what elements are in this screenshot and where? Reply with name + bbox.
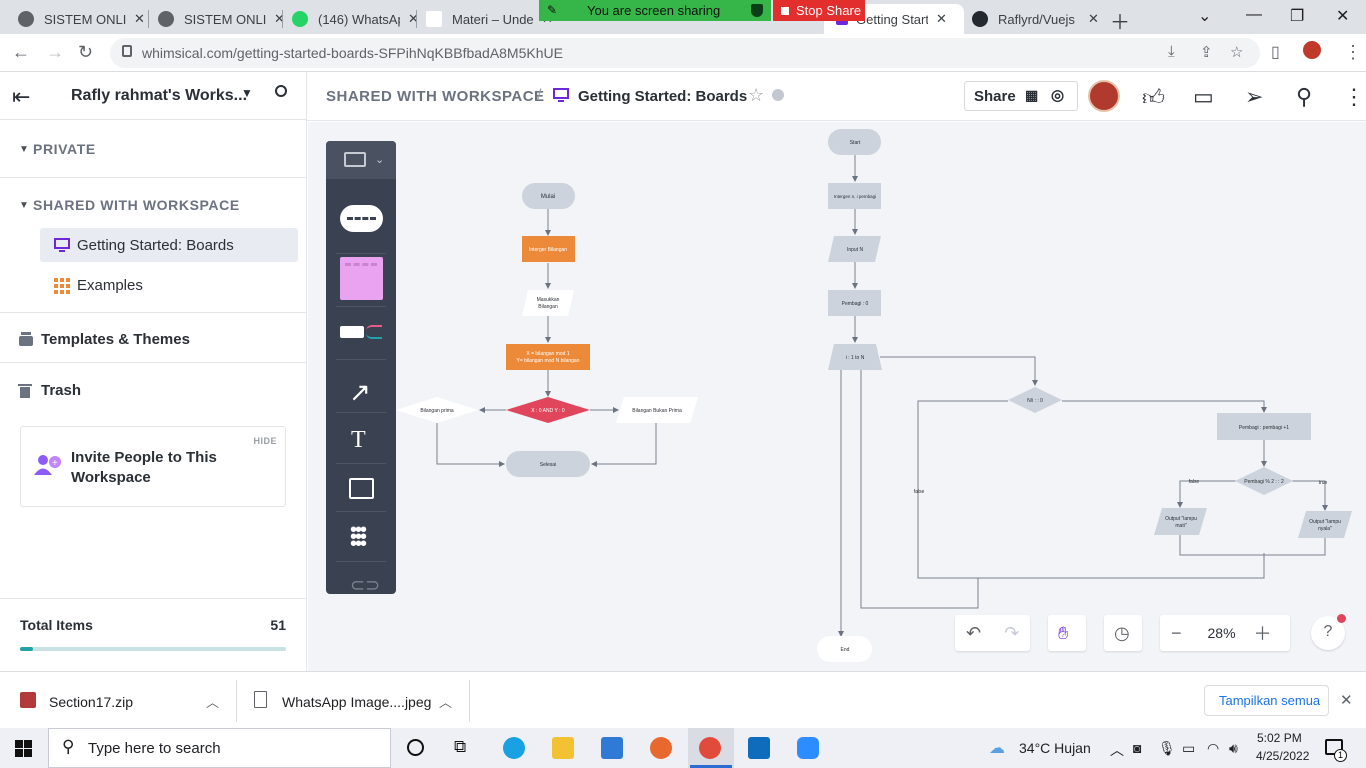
connector-arrow-tool-icon[interactable]: ↗ xyxy=(349,377,371,408)
divider xyxy=(469,680,470,722)
end-node-label: Selesai xyxy=(540,462,556,468)
show-all-downloads-button[interactable]: Tampilkan semua xyxy=(1204,685,1329,716)
board-type-selector[interactable]: ⌄ xyxy=(326,141,396,179)
divider xyxy=(336,561,386,562)
divider xyxy=(336,359,386,360)
input-node-label: Input N xyxy=(847,247,864,253)
tool-palette: ⌄ ↗ T ••• ••• ••• ⊂⊃ xyxy=(326,141,396,596)
more-apps-grid-icon[interactable]: ••• ••• ••• xyxy=(350,520,367,554)
help-button[interactable]: ? xyxy=(1311,614,1346,650)
webcam-icon: ◙ xyxy=(1133,740,1142,756)
taskbar-search-box[interactable]: ⚲ Type here to search xyxy=(48,728,391,768)
process-node-label: Y= bilangan mod N bilangan xyxy=(517,358,580,364)
flowchart-layer: Mulai Interger Bilangan Masukkan Bilanga… xyxy=(396,129,1352,662)
not-prime-output-label: Bilangan Bukan Prima xyxy=(632,408,682,414)
board-icon xyxy=(344,152,366,167)
process-node-label: X = bilangan mod 1 xyxy=(526,351,569,357)
weather-text[interactable]: 34°C Hujan xyxy=(1019,740,1091,756)
windows-start-icon[interactable] xyxy=(15,740,32,757)
output-on-label: Output "lampu xyxy=(1309,519,1341,525)
chevron-up-icon[interactable]: ︿ xyxy=(206,692,219,711)
prime-output-label: Bilangan prima xyxy=(420,408,454,414)
output-off-label: mati" xyxy=(1175,523,1186,529)
notification-dot xyxy=(1337,614,1346,623)
sticky-note-tool-icon[interactable] xyxy=(340,257,383,300)
wifi-icon[interactable]: ◠ xyxy=(1207,740,1219,757)
increment-node-label: Pembagi : pembagi +1 xyxy=(1239,425,1289,431)
init-node-label: Pembagi : 0 xyxy=(842,301,869,307)
undo-icon[interactable]: ↶ xyxy=(966,623,981,644)
clock-date[interactable]: 4/25/2022 xyxy=(1256,749,1309,763)
loop-node-label: i : 1 to N xyxy=(846,355,865,361)
input-node-label: Bilangan xyxy=(538,304,558,310)
right-flow-connectors xyxy=(838,155,1328,637)
history-icon: ◷ xyxy=(1114,622,1130,643)
file-explorer-icon[interactable] xyxy=(552,737,574,759)
close-downloads-icon[interactable]: ✕ xyxy=(1340,691,1353,709)
microphone-icon: 🎙︎ xyxy=(1158,740,1176,756)
zoom-control: − 28% ＋ xyxy=(1160,615,1290,651)
windows-taskbar: ⚲ Type here to search ⧉ ☁ 34°C Hujan ︿ ◙… xyxy=(0,728,1366,768)
chevron-up-icon[interactable]: ︿ xyxy=(439,692,452,711)
task-view-icon[interactable]: ⧉ xyxy=(454,737,466,757)
volume-icon[interactable]: 🔊︎ xyxy=(1229,740,1238,757)
chevron-up-icon[interactable]: ︿ xyxy=(1110,740,1124,760)
image-tool-icon[interactable] xyxy=(349,478,374,499)
zoom-level[interactable]: 28% xyxy=(1208,625,1236,641)
redo-icon[interactable]: ↷ xyxy=(1004,623,1019,644)
input-node-label: Masukkan xyxy=(537,297,560,303)
false-branch-label: false xyxy=(1189,479,1200,485)
zoom-out-icon[interactable]: − xyxy=(1171,623,1182,644)
undo-redo-group: ↶ ↷ xyxy=(955,615,1030,651)
chevron-down-icon: ⌄ xyxy=(375,154,385,166)
downloads-bar: Section17.zip ︿ WhatsApp Image....jpeg ︿… xyxy=(0,671,1366,728)
output-on-label: nyala" xyxy=(1318,526,1332,532)
divider xyxy=(336,511,386,512)
weather-icon: ☁ xyxy=(989,740,1005,757)
shape-tool-icon[interactable] xyxy=(340,205,383,232)
modulo-decision-label: Pembagi % 2 : : 2 xyxy=(1244,479,1284,485)
zip-archive-icon xyxy=(20,692,36,708)
chrome-icon[interactable] xyxy=(699,737,721,759)
divider xyxy=(336,463,386,464)
search-icon: ⚲ xyxy=(62,737,75,756)
pan-tool-button[interactable]: ✋︎ xyxy=(1048,615,1086,651)
process-node[interactable] xyxy=(506,344,590,370)
clock-time[interactable]: 5:02 PM xyxy=(1257,731,1302,745)
remainder-decision-label: N/i : : 0 xyxy=(1027,398,1043,404)
divider xyxy=(336,412,386,413)
start-node-label: Start xyxy=(850,140,861,146)
declare-node-label: Interger Bilangan xyxy=(529,247,567,253)
divider xyxy=(336,253,386,254)
loop-false-label: false xyxy=(914,489,925,495)
link-tool-icon[interactable]: ⊂⊃ xyxy=(350,575,380,596)
zoom-in-icon[interactable]: ＋ xyxy=(1254,620,1272,646)
declare-node-label: Intergen n, i pembagi xyxy=(834,194,876,199)
mail-icon[interactable] xyxy=(601,737,623,759)
download-item[interactable]: WhatsApp Image....jpeg xyxy=(282,694,431,710)
mindmap-tool-icon[interactable] xyxy=(340,325,383,341)
history-button[interactable]: ◷ xyxy=(1104,615,1142,651)
battery-icon[interactable]: ▭ xyxy=(1182,740,1195,757)
true-branch-label: true xyxy=(1319,480,1328,486)
zoom-app-icon[interactable] xyxy=(797,737,819,759)
vscode-icon[interactable] xyxy=(748,737,770,759)
notification-count-badge: 1 xyxy=(1334,749,1347,762)
hand-icon: ✋︎ xyxy=(1058,622,1069,643)
image-file-icon xyxy=(254,691,267,708)
firefox-icon[interactable] xyxy=(650,737,672,759)
output-off-label: Output "lampu xyxy=(1165,516,1197,522)
divider xyxy=(236,680,237,722)
text-tool-icon[interactable]: T xyxy=(351,427,366,454)
decision-node-label: X : 0 AND Y : 0 xyxy=(531,408,565,414)
download-item[interactable]: Section17.zip xyxy=(49,694,133,710)
cortana-icon[interactable] xyxy=(407,739,424,756)
search-placeholder: Type here to search xyxy=(88,740,221,757)
end-node-label: End xyxy=(841,647,850,653)
edge-icon[interactable] xyxy=(503,737,525,759)
start-node-label: Mulai xyxy=(541,194,555,200)
input-node[interactable] xyxy=(522,290,574,316)
divider xyxy=(336,306,386,307)
